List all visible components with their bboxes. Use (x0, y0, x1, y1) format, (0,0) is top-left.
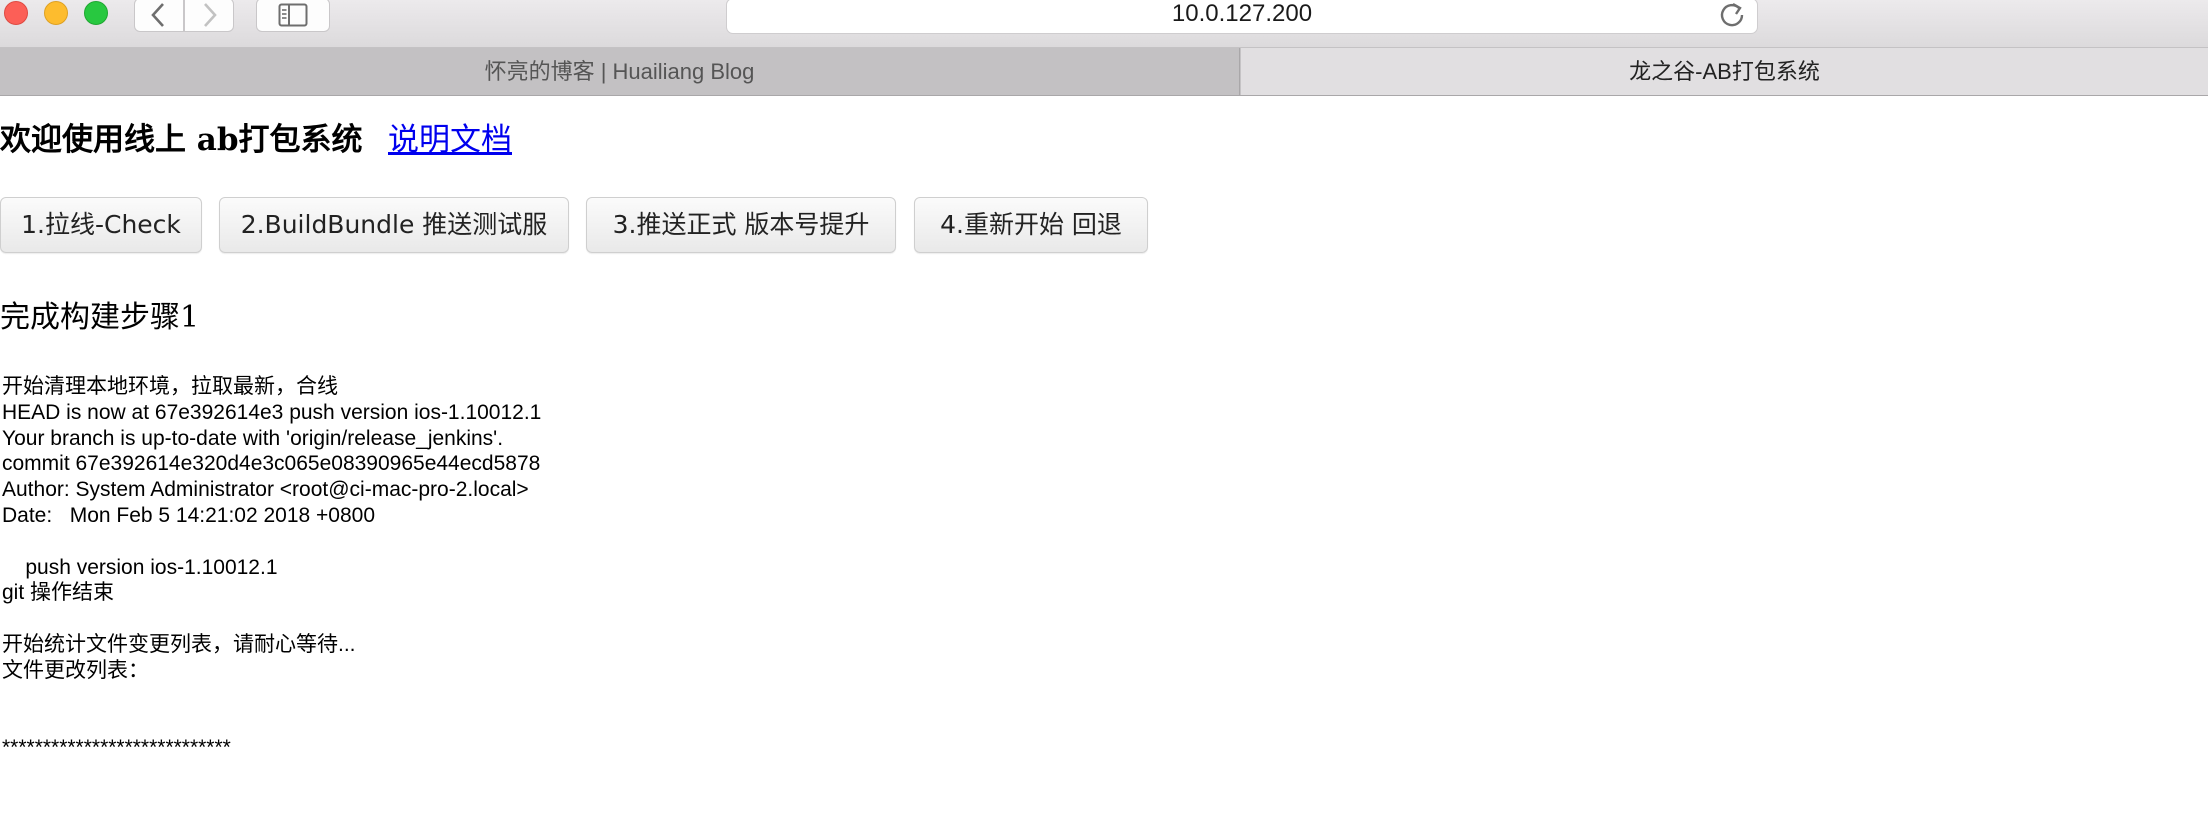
check-button[interactable]: 1.拉线-Check (0, 197, 202, 253)
browser-toolbar: 10.0.127.200 (0, 0, 2208, 48)
build-status: 完成构建步骤1 (0, 300, 200, 335)
close-window-button[interactable] (4, 1, 28, 25)
tab-huailiang-blog[interactable]: 怀亮的博客 | Huailiang Blog (0, 48, 1240, 95)
sidebar-icon (278, 3, 308, 27)
log-line: push version ios-1.10012.1 (2, 555, 278, 579)
page-title: 欢迎使用线上 ab打包系统 (0, 122, 363, 158)
log-line: Date: Mon Feb 5 14:21:02 2018 +0800 (2, 503, 376, 527)
back-button[interactable] (134, 0, 184, 32)
address-text[interactable]: 10.0.127.200 (727, 0, 1757, 29)
build-bundle-button[interactable]: 2.BuildBundle 推送测试服 (219, 197, 569, 253)
log-line: Author: System Administrator <root@ci-ma… (2, 478, 529, 502)
build-log: 开始清理本地环境，拉取最新，合线 HEAD is now at 67e39261… (2, 374, 541, 761)
log-line: **************************** (2, 736, 231, 760)
push-release-button[interactable]: 3.推送正式 版本号提升 (586, 197, 896, 253)
log-line: 开始统计文件变更列表，请耐心等待... (2, 632, 356, 656)
log-line: 开始清理本地环境，拉取最新，合线 (2, 375, 338, 398)
log-line: Your branch is up-to-date with 'origin/r… (2, 426, 504, 450)
tab-ab-build-system[interactable]: 龙之谷-AB打包系统 (1241, 48, 2208, 95)
log-line: 文件更改列表： (2, 658, 149, 682)
reload-button[interactable] (1717, 0, 1747, 30)
chevron-right-icon (204, 3, 217, 27)
address-bar[interactable]: 10.0.127.200 (726, 0, 1758, 34)
doc-link[interactable]: 说明文档 (388, 114, 512, 159)
forward-button[interactable] (184, 0, 234, 32)
chevron-left-icon (151, 3, 164, 27)
log-line: commit 67e392614e320d4e3c065e08390965e44… (2, 452, 541, 476)
minimize-window-button[interactable] (44, 1, 68, 25)
log-line: git 操作结束 (2, 581, 115, 605)
restart-rollback-button[interactable]: 4.重新开始 回退 (914, 197, 1148, 253)
page-content: 欢迎使用线上 ab打包系统 说明文档 1.拉线-Check 2.BuildBun… (0, 96, 2208, 816)
zoom-window-button[interactable] (84, 1, 108, 25)
sidebar-toggle-button[interactable] (256, 0, 330, 32)
reload-icon (1720, 2, 1744, 27)
tab-bar: 怀亮的博客 | Huailiang Blog 龙之谷-AB打包系统 (0, 48, 2208, 96)
log-line: HEAD is now at 67e392614e3 push version … (2, 400, 542, 424)
